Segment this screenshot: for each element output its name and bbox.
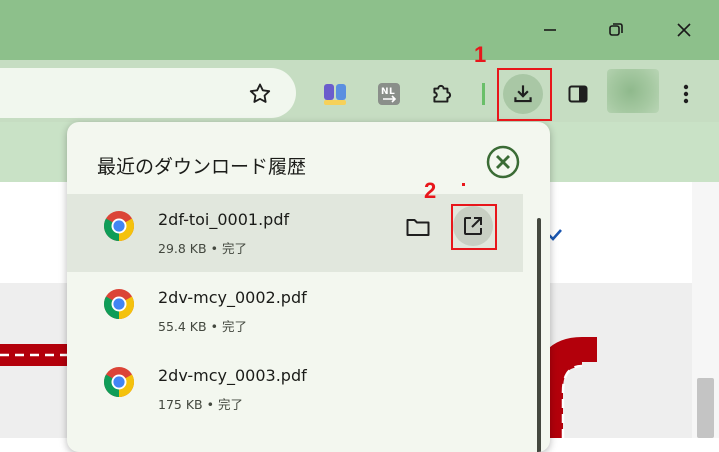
annotation-label-2: 2 xyxy=(424,178,437,203)
meta-bullet: • xyxy=(210,319,218,334)
download-item[interactable]: 2dv-mcy_0003.pdf 175 KB • 完了 xyxy=(67,350,523,428)
download-status: 完了 xyxy=(221,241,247,256)
puzzle-icon xyxy=(433,84,452,103)
annotation-label-1: 1 xyxy=(474,42,487,67)
chrome-icon xyxy=(103,367,135,397)
extension-2-button[interactable]: N L xyxy=(369,74,409,114)
page-scrollbar-thumb[interactable] xyxy=(697,378,714,438)
extension-1-button[interactable] xyxy=(315,74,355,114)
show-in-folder-button[interactable] xyxy=(403,212,433,242)
kebab-menu-icon xyxy=(683,84,689,104)
annotation-box-open-file xyxy=(451,204,497,250)
extension-1-icon xyxy=(324,84,346,105)
svg-text:N: N xyxy=(381,87,389,97)
extension-2-icon: N L xyxy=(378,83,400,105)
meta-bullet: • xyxy=(210,241,218,256)
chrome-icon xyxy=(103,289,135,319)
close-icon xyxy=(677,23,691,37)
side-panel-icon xyxy=(568,85,588,103)
download-filename: 2dv-mcy_0002.pdf xyxy=(158,288,307,307)
annotation-box-downloads xyxy=(497,68,552,121)
toolbar-divider xyxy=(482,83,485,105)
side-panel-button[interactable] xyxy=(558,74,598,114)
annotation-dot xyxy=(462,183,465,186)
profile-avatar[interactable] xyxy=(607,69,659,113)
meta-bullet: • xyxy=(206,397,214,412)
folder-icon xyxy=(406,219,430,236)
restore-icon xyxy=(609,23,623,36)
menu-button[interactable] xyxy=(666,74,706,114)
close-popup-button[interactable] xyxy=(485,144,521,180)
download-filename: 2dv-mcy_0003.pdf xyxy=(158,366,307,385)
download-meta: 55.4 KB • 完了 xyxy=(158,316,247,335)
download-size: 55.4 KB xyxy=(158,319,207,334)
star-icon xyxy=(249,83,271,103)
download-size: 175 KB xyxy=(158,397,203,412)
bookmark-star-button[interactable] xyxy=(240,74,280,114)
restore-button[interactable] xyxy=(596,10,636,50)
download-filename: 2df-toi_0001.pdf xyxy=(158,210,290,229)
minimize-icon xyxy=(544,29,556,31)
download-status: 完了 xyxy=(221,319,247,334)
minimize-button[interactable] xyxy=(530,10,570,50)
download-item[interactable]: 2dv-mcy_0002.pdf 55.4 KB • 完了 xyxy=(67,272,523,350)
chrome-icon xyxy=(103,211,135,241)
download-size: 29.8 KB xyxy=(158,241,207,256)
svg-text:L: L xyxy=(389,87,395,97)
close-window-button[interactable] xyxy=(664,10,704,50)
download-meta: 175 KB • 完了 xyxy=(158,394,243,413)
extensions-button[interactable] xyxy=(422,74,462,114)
downloads-popup-title: 最近のダウンロード履歴 xyxy=(97,156,307,178)
download-status: 完了 xyxy=(217,397,243,412)
download-meta: 29.8 KB • 完了 xyxy=(158,238,247,257)
close-circle-icon xyxy=(486,145,520,179)
popup-scrollbar[interactable] xyxy=(537,218,541,452)
downloads-popup: 最近のダウンロード履歴 2df-toi_0001.pdf 29.8 KB • 完了 xyxy=(67,122,550,452)
